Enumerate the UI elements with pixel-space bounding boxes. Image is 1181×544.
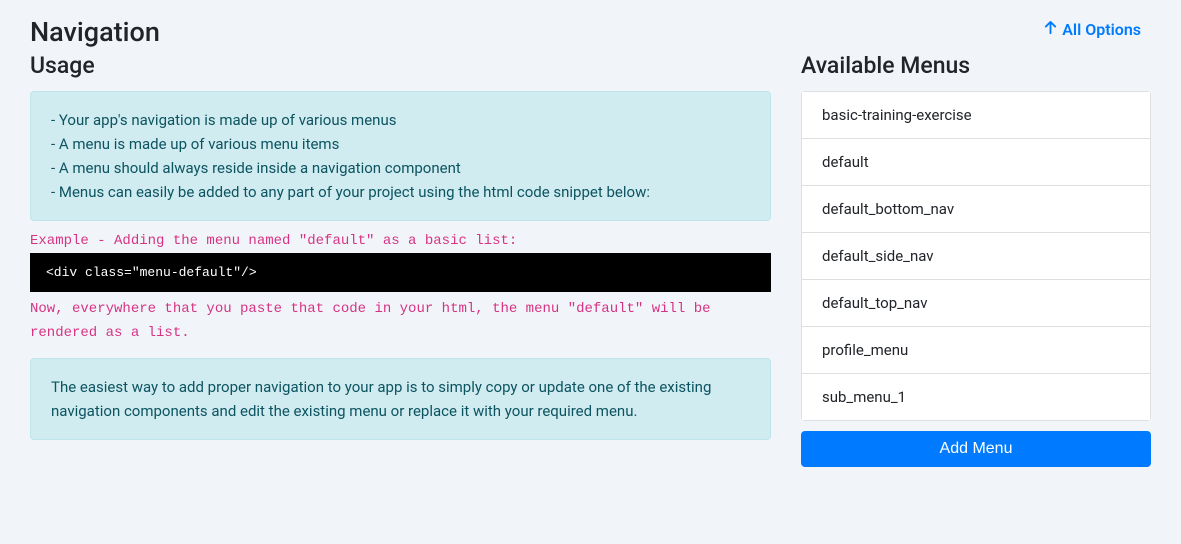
add-menu-button[interactable]: Add Menu [801,431,1151,467]
arrow-up-icon [1043,20,1058,39]
usage-bullet: - A menu should always reside inside a n… [51,156,750,180]
available-menus-title: Available Menus [801,52,1151,79]
tip-text: The easiest way to add proper navigation… [51,375,750,423]
menu-list: basic-training-exercise default default_… [801,91,1151,421]
menu-list-item[interactable]: default [802,139,1150,186]
all-options-label: All Options [1062,20,1141,39]
menu-list-item[interactable]: sub_menu_1 [802,374,1150,420]
menu-list-item[interactable]: basic-training-exercise [802,92,1150,139]
example-label: Example - Adding the menu named "default… [30,233,771,249]
code-snippet: <div class="menu-default"/> [30,253,771,292]
all-options-link[interactable]: All Options [1043,20,1141,39]
post-code-text: Now, everywhere that you paste that code… [30,298,771,346]
menu-list-item[interactable]: default_side_nav [802,233,1150,280]
page-title: Navigation [30,16,1151,48]
menu-list-item[interactable]: profile_menu [802,327,1150,374]
usage-bullet: - A menu is made up of various menu item… [51,132,750,156]
menu-list-item[interactable]: default_top_nav [802,280,1150,327]
usage-info-box: - Your app's navigation is made up of va… [30,91,771,221]
menu-list-item[interactable]: default_bottom_nav [802,186,1150,233]
usage-bullet: - Your app's navigation is made up of va… [51,108,750,132]
usage-bullet: - Menus can easily be added to any part … [51,180,750,204]
usage-title: Usage [30,52,771,79]
tip-box: The easiest way to add proper navigation… [30,358,771,440]
